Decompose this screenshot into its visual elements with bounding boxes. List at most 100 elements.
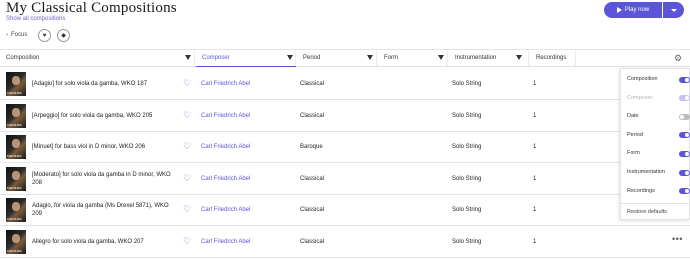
column-option-label: Composition [627,76,658,82]
page-title: My Classical Compositions [6,0,177,16]
column-header-period[interactable]: Period [297,50,377,66]
column-header-composition[interactable]: Composition [0,50,195,66]
column-label: Period [303,55,321,61]
composition-thumbnail: THE MUSIC [6,198,26,223]
composition-thumbnail: THE MUSIC [6,135,26,160]
composer-link[interactable]: Carl Friedrich Abel [201,238,250,246]
instrumentation-value: Solo String [452,175,482,182]
composition-thumbnail: THE MUSIC [6,72,26,96]
heart-icon[interactable]: ♡ [183,237,191,246]
instrumentation-value: Solo String [452,239,482,245]
composition-title[interactable]: Allegro for solo viola da gamba, WKO 207 [32,238,172,246]
composer-link[interactable]: Carl Friedrich Abel [201,143,250,151]
column-header-composer[interactable]: Composer [196,50,296,66]
recordings-count: 1 [533,207,537,214]
play-options-dropdown[interactable] [663,2,684,18]
filter-icon[interactable] [287,55,293,60]
column-toggle[interactable] [679,169,690,176]
column-option-label: Form [627,150,640,157]
filter-icon[interactable] [185,55,191,60]
instrumentation-value: Solo String [452,207,482,214]
column-option-label: Date [627,113,639,120]
recordings-count: 1 [533,239,537,245]
chevron-right-icon: › [6,32,8,38]
instrumentation-value: Solo String [452,112,482,119]
table-header: Composition Composer Period Form Instrum… [0,49,690,67]
column-toggle[interactable] [679,132,690,139]
portrait-face [12,202,20,212]
column-option-label: Instrumentation [627,169,665,175]
period-value: Classical [300,175,325,182]
table-row[interactable]: THE MUSIC [Moderato] for solo viola da ga… [0,163,690,195]
composition-title[interactable]: [Minuet] for bass viol in D minor, WKO 2… [32,143,172,151]
column-toggle[interactable] [679,76,690,83]
heart-icon[interactable]: ♡ [183,110,191,120]
period-value: Classical [300,239,325,245]
column-header-recordings[interactable]: Recordings [530,50,576,66]
composer-link[interactable]: Carl Friedrich Abel [201,175,250,183]
filter-icon[interactable] [367,55,373,60]
composer-link[interactable]: Carl Friedrich Abel [201,112,250,120]
panel-divider [621,203,690,204]
thumbnail-watermark: THE MUSIC [7,91,22,95]
play-now-label: Play now [624,7,650,13]
column-settings-panel: Composition Composer Date Period Form Instrum… [620,68,690,220]
portrait-face [12,139,20,149]
period-value: Classical [300,207,325,214]
composer-sort-underline [196,66,296,67]
heart-icon[interactable]: ♡ [183,79,191,88]
thumbnail-watermark: THE MUSIC [7,154,22,159]
portrait-face [12,76,20,85]
thumbnail-watermark: THE MUSIC [7,249,22,253]
table-row[interactable]: THE MUSIC [Arpeggio] for solo viola da ga… [0,100,690,132]
heart-icon[interactable]: ♡ [183,173,191,183]
column-label: Recordings [536,55,567,61]
instrumentation-value: Solo String [452,144,482,151]
column-toggle[interactable] [679,188,690,195]
heart-icon[interactable]: ♡ [183,205,191,214]
column-option-label: Period [627,131,643,138]
filter-icon[interactable] [438,55,444,60]
column-toggle[interactable] [679,150,690,157]
favorite-filter-button[interactable]: ♥ [38,29,51,42]
composer-link[interactable]: Carl Friedrich Abel [201,80,250,88]
table-row[interactable]: THE MUSIC Allegro for solo viola da gamba… [0,226,690,258]
composition-title[interactable]: [Adagio] for solo viola da gamba, WKO 18… [32,80,172,88]
composer-link[interactable]: Carl Friedrich Abel [201,206,250,214]
recordings-count: 1 [533,81,537,87]
chevron-down-icon [670,8,677,12]
composition-title[interactable]: [Arpeggio] for solo viola da gamba, WKO … [32,112,172,120]
thumbnail-watermark: THE MUSIC [7,217,22,222]
recordings-count: 1 [533,112,537,119]
column-label: Composer [202,55,230,61]
more-options-icon[interactable]: ••• [672,235,683,244]
thumbnail-watermark: THE MUSIC [7,185,22,190]
column-toggle[interactable] [679,113,690,120]
composition-title[interactable]: [Moderato] for solo viola da gamba in D … [32,171,172,187]
column-option-label: Recordings [627,187,655,194]
focus-toggle[interactable]: › Focus [6,32,27,38]
period-value: Classical [300,112,325,119]
portrait-face [12,234,20,243]
tag-filter-button[interactable]: ◆ [57,29,70,42]
column-label: Instrumentation [455,55,497,61]
recordings-count: 1 [533,175,537,182]
tag-icon: ◆ [61,33,66,39]
show-all-link[interactable]: Show all compositions [6,16,65,22]
restore-defaults-button[interactable]: Restore defaults [627,209,667,215]
filter-icon[interactable] [516,55,522,60]
table-row[interactable]: THE MUSIC [Adagio] for solo viola da gamb… [0,68,690,100]
table-row[interactable]: THE MUSIC [Minuet] for bass viol in D min… [0,131,690,164]
recordings-count: 1 [533,144,537,151]
play-now-button[interactable]: Play now [604,2,662,18]
portrait-face [12,170,20,180]
portrait-face [12,107,20,117]
column-label: Composition [6,55,40,61]
composition-thumbnail: THE MUSIC [6,166,26,191]
table-row[interactable]: THE MUSIC Adagio, for viola da gamba (Ms … [0,194,690,227]
heart-icon[interactable]: ♡ [183,142,191,151]
play-icon [616,7,622,13]
thumbnail-watermark: THE MUSIC [7,122,22,127]
composition-title[interactable]: Adagio, for viola da gamba (Ms Drexel 58… [32,202,172,218]
gear-icon[interactable]: ⚙ [674,54,682,63]
